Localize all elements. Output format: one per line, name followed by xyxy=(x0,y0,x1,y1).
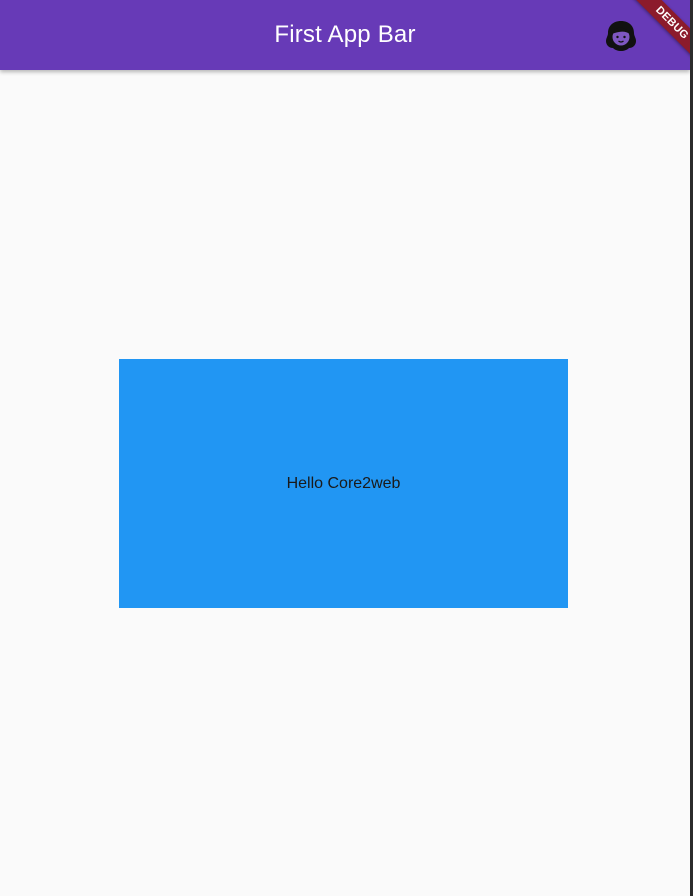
blue-container: Hello Core2web xyxy=(119,359,568,608)
scaffold-body: Hello Core2web xyxy=(0,70,690,896)
app-bar-title: First App Bar xyxy=(274,20,416,48)
container-text: Hello Core2web xyxy=(286,474,401,492)
app-window: First App Bar DEBUG Hello Core2web xyxy=(0,0,690,896)
app-bar: First App Bar xyxy=(0,0,690,70)
avatar-icon[interactable] xyxy=(603,18,639,54)
